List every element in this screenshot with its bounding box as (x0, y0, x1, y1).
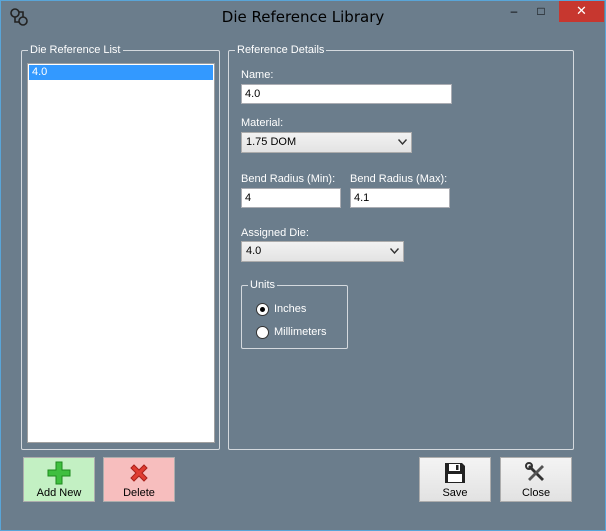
title-bar[interactable]: Die Reference Library – □ ✕ (1, 1, 605, 31)
delete-label: Delete (123, 487, 155, 499)
name-label: Name: (241, 69, 274, 81)
chevron-down-icon (398, 139, 407, 145)
name-field[interactable]: 4.0 (241, 84, 452, 104)
inches-radio[interactable] (256, 303, 269, 316)
millimeters-radio[interactable] (256, 326, 269, 339)
save-label: Save (442, 487, 468, 499)
material-value: 1.75 DOM (246, 136, 297, 148)
material-dropdown[interactable]: 1.75 DOM (241, 132, 412, 153)
bend-radius-min-field[interactable]: 4 (241, 188, 341, 208)
bend-radius-min-label: Bend Radius (Min): (241, 173, 336, 185)
close-button[interactable]: Close (500, 457, 572, 502)
units-group: Units (241, 278, 348, 349)
die-reference-library-window: Die Reference Library – □ ✕ Die Referenc… (0, 0, 606, 531)
material-label: Material: (241, 117, 284, 129)
reference-details-legend: Reference Details (235, 43, 327, 57)
delete-button[interactable]: Delete (103, 457, 175, 502)
maximize-button[interactable]: □ (528, 1, 554, 22)
close-label: Close (521, 487, 551, 499)
plus-icon (47, 461, 71, 485)
floppy-disk-icon (445, 463, 465, 483)
die-reference-listbox[interactable]: 4.0 (27, 63, 215, 443)
assigned-die-dropdown[interactable]: 4.0 (241, 241, 404, 262)
assigned-die-label: Assigned Die: (241, 227, 309, 239)
save-button[interactable]: Save (419, 457, 491, 502)
die-reference-list-legend: Die Reference List (28, 43, 123, 57)
minimize-button[interactable]: – (501, 1, 527, 22)
tools-close-icon (525, 462, 544, 481)
delete-x-icon (130, 464, 148, 482)
bend-radius-max-label: Bend Radius (Max): (350, 173, 448, 185)
units-legend: Units (248, 278, 278, 292)
add-new-button[interactable]: Add New (23, 457, 95, 502)
assigned-die-value: 4.0 (246, 245, 262, 257)
millimeters-radio-label: Millimeters (274, 326, 327, 338)
bend-radius-max-field[interactable]: 4.1 (350, 188, 450, 208)
title-close-button[interactable]: ✕ (559, 1, 604, 22)
list-item[interactable]: 4.0 (29, 65, 213, 80)
add-new-label: Add New (36, 487, 82, 499)
chevron-down-icon (390, 248, 399, 254)
inches-radio-label: Inches (274, 303, 307, 315)
